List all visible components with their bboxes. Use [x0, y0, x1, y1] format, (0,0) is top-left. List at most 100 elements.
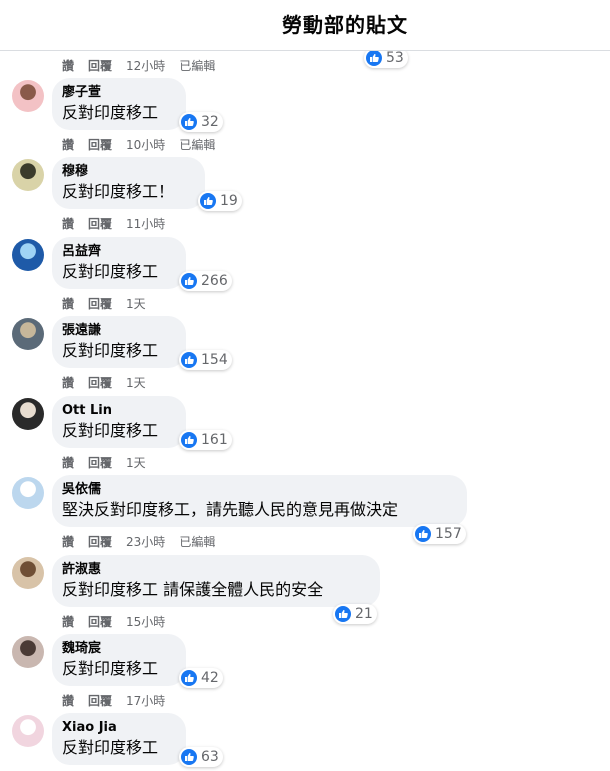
comment-actions: 讚 回覆 23小時 已編輯 [62, 533, 229, 549]
comment-time[interactable]: 1天 [126, 295, 146, 312]
comment-time[interactable]: 1天 [126, 374, 146, 391]
avatar[interactable] [12, 239, 44, 271]
avatar[interactable] [12, 398, 44, 430]
reaction-number: 53 [386, 50, 404, 66]
reaction-count[interactable]: 157 [413, 524, 466, 544]
comment-text: 反對印度移工 [62, 421, 159, 440]
like-action[interactable]: 讚 [62, 533, 74, 550]
commenter-name[interactable]: 呂益齊 [62, 243, 176, 260]
reaction-count[interactable]: 154 [179, 350, 232, 370]
reply-action[interactable]: 回覆 [88, 454, 112, 471]
edited-label: 已編輯 [179, 137, 216, 152]
comment-time[interactable]: 11小時 [126, 215, 165, 232]
commenter-name[interactable]: Ott Lin [62, 402, 176, 419]
reaction-count[interactable]: 63 [179, 747, 223, 767]
like-icon [366, 50, 382, 66]
post-header: 勞動部的貼文 [0, 0, 610, 51]
comment-bubble: 廖子萱 反對印度移工 [52, 78, 186, 130]
commenter-name[interactable]: 魏琦宸 [62, 640, 176, 657]
comment-text: 反對印度移工 [62, 341, 159, 360]
reaction-number: 42 [201, 670, 219, 686]
avatar[interactable] [12, 557, 44, 589]
comment-time[interactable]: 23小時 [126, 533, 165, 550]
comment-text: 反對印度移工 [62, 659, 159, 678]
comment-bubble: Xiao Jia 反對印度移工 [52, 713, 186, 765]
comment-bubble: 魏琦宸 反對印度移工 [52, 634, 186, 686]
comment-time[interactable]: 12小時 [126, 57, 165, 74]
reaction-count[interactable]: 42 [179, 668, 223, 688]
reaction-count[interactable]: 266 [179, 271, 232, 291]
avatar[interactable] [12, 80, 44, 112]
reply-action[interactable]: 回覆 [88, 533, 112, 550]
reaction-count[interactable]: 19 [198, 191, 242, 211]
reply-action[interactable]: 回覆 [88, 374, 112, 391]
page-title: 勞動部的貼文 [282, 13, 408, 37]
comment-bubble: 穆穆 反對印度移工！ [52, 157, 205, 209]
like-action[interactable]: 讚 [62, 57, 74, 74]
commenter-name[interactable]: 穆穆 [62, 163, 195, 180]
comment-text: 反對印度移工 請保護全體人民的安全 [62, 580, 324, 599]
avatar[interactable] [12, 318, 44, 350]
avatar[interactable] [12, 636, 44, 668]
commenter-name[interactable]: 廖子萱 [62, 84, 176, 101]
reaction-number: 154 [201, 352, 228, 368]
like-action[interactable]: 讚 [62, 374, 74, 391]
comment-text: 反對印度移工 [62, 103, 159, 122]
like-icon [181, 273, 197, 289]
reaction-count[interactable]: 53 [364, 48, 408, 68]
like-action[interactable]: 讚 [62, 136, 74, 153]
like-action[interactable]: 讚 [62, 692, 74, 709]
comment-time[interactable]: 1天 [126, 454, 146, 471]
avatar[interactable] [12, 715, 44, 747]
comment-text: 反對印度移工 [62, 738, 159, 757]
comment-actions: 讚 回覆 1天 [62, 295, 160, 311]
like-icon [200, 193, 216, 209]
comment-time[interactable]: 10小時 [126, 136, 165, 153]
reaction-count[interactable]: 32 [179, 112, 223, 132]
comment-bubble: Ott Lin 反對印度移工 [52, 396, 186, 448]
like-icon [181, 749, 197, 765]
like-action[interactable]: 讚 [62, 613, 74, 630]
edited-label: 已編輯 [179, 58, 216, 73]
reply-action[interactable]: 回覆 [88, 613, 112, 630]
reaction-count[interactable]: 21 [333, 604, 377, 624]
avatar[interactable] [12, 477, 44, 509]
reaction-number: 157 [435, 526, 462, 542]
reply-action[interactable]: 回覆 [88, 692, 112, 709]
comment-bubble: 吳依儒 堅決反對印度移工，請先聽人民的意見再做決定 [52, 475, 467, 527]
commenter-name[interactable]: 許淑惠 [62, 561, 370, 578]
reply-action[interactable]: 回覆 [88, 215, 112, 232]
comment-text: 反對印度移工！ [62, 182, 175, 201]
like-action[interactable]: 讚 [62, 454, 74, 471]
comment-bubble: 許淑惠 反對印度移工 請保護全體人民的安全 [52, 555, 380, 607]
reaction-number: 266 [201, 273, 228, 289]
comment-text: 反對印度移工 [62, 262, 159, 281]
commenter-name[interactable]: 吳依儒 [62, 481, 457, 498]
reply-action[interactable]: 回覆 [88, 57, 112, 74]
commenter-name[interactable]: 張遠謙 [62, 322, 176, 339]
reaction-number: 63 [201, 749, 219, 765]
edited-label: 已編輯 [179, 534, 216, 549]
comment-bubble: 呂益齊 反對印度移工 [52, 237, 186, 289]
commenter-name[interactable]: Xiao Jia [62, 719, 176, 736]
avatar[interactable] [12, 159, 44, 191]
comment-actions: 讚 回覆 1天 [62, 374, 160, 390]
reaction-number: 161 [201, 432, 228, 448]
reply-action[interactable]: 回覆 [88, 295, 112, 312]
reaction-number: 32 [201, 114, 219, 130]
like-action[interactable]: 讚 [62, 295, 74, 312]
comment-actions: 讚 回覆 11小時 [62, 215, 179, 231]
comment-actions: 讚 回覆 10小時 已編輯 [62, 136, 229, 152]
comment-actions: 讚 回覆 17小時 [62, 692, 179, 708]
like-icon [181, 352, 197, 368]
reaction-count[interactable]: 161 [179, 430, 232, 450]
like-action[interactable]: 讚 [62, 215, 74, 232]
reply-action[interactable]: 回覆 [88, 136, 112, 153]
comment-bubble: 張遠謙 反對印度移工 [52, 316, 186, 368]
comment-time[interactable]: 17小時 [126, 692, 165, 709]
like-icon [335, 606, 351, 622]
reaction-number: 19 [220, 193, 238, 209]
like-icon [181, 432, 197, 448]
comment-time[interactable]: 15小時 [126, 613, 165, 630]
comment-actions: 讚 回覆 12小時 已編輯 [62, 57, 229, 73]
